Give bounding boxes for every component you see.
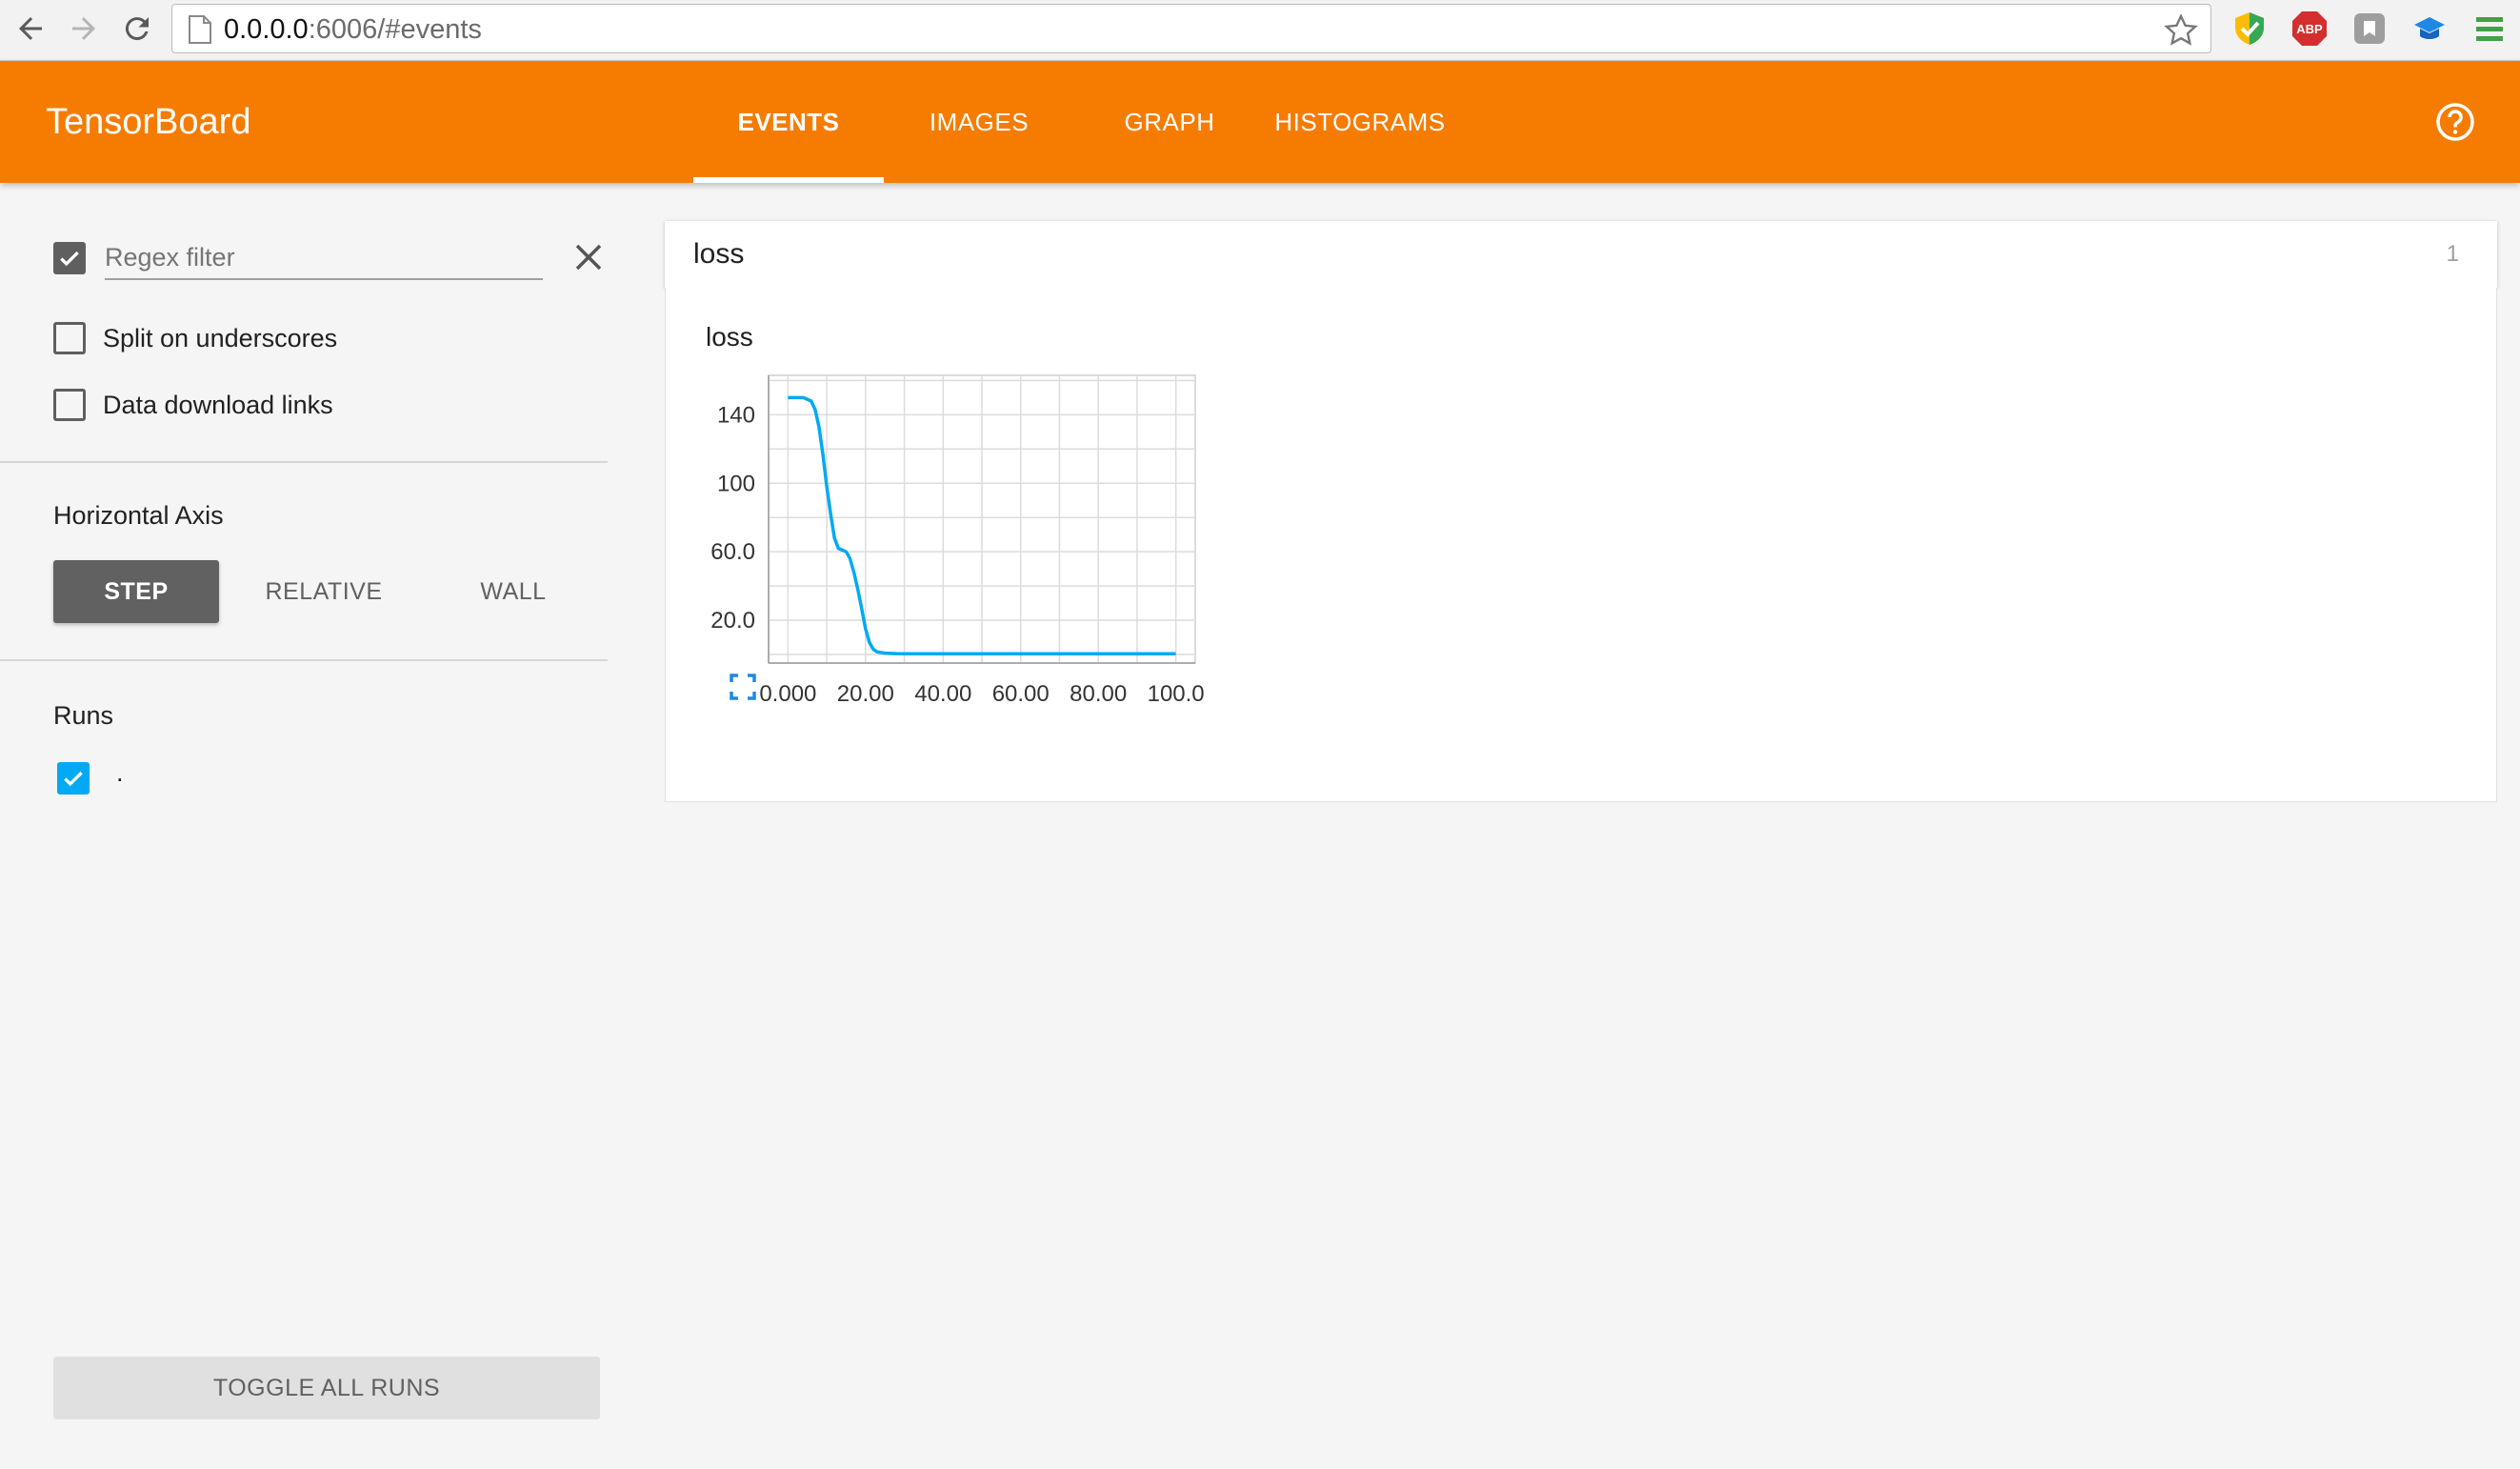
reload-icon bbox=[125, 17, 149, 41]
help-icon[interactable] bbox=[2434, 101, 2476, 143]
loss-chart[interactable]: 20.0 60.0 100 140 0.000 20.00 40.00 60.00 80.00… bbox=[696, 364, 1249, 735]
tab-events[interactable]: EVENTS bbox=[693, 61, 884, 183]
sidebar-divider bbox=[0, 461, 608, 463]
regex-filter-checkbox[interactable] bbox=[53, 242, 86, 274]
checkmark-icon bbox=[64, 771, 83, 787]
abp-icon[interactable]: ABP bbox=[2290, 10, 2329, 48]
runs-title: Runs bbox=[53, 701, 114, 730]
y-tick-label: 20.0 bbox=[710, 608, 755, 634]
category-count: 1 bbox=[2446, 241, 2459, 267]
page-icon bbox=[189, 15, 211, 44]
axis-step-button[interactable]: STEP bbox=[53, 560, 219, 623]
back-arrow-icon bbox=[19, 17, 42, 40]
split-underscores-label: Split on underscores bbox=[103, 324, 338, 352]
url-host: 0.0.0.0 bbox=[224, 14, 309, 45]
checkmark-icon bbox=[60, 251, 79, 267]
clear-filter-icon[interactable] bbox=[570, 238, 608, 276]
forward-button[interactable] bbox=[63, 8, 105, 50]
data-download-label: Data download links bbox=[103, 391, 333, 419]
split-underscores-checkbox[interactable] bbox=[53, 322, 86, 354]
shield-check-icon[interactable] bbox=[2230, 10, 2269, 48]
tab-graph[interactable]: GRAPH bbox=[1074, 61, 1265, 183]
horizontal-axis-title: Horizontal Axis bbox=[53, 501, 224, 530]
y-tick-label: 140 bbox=[717, 402, 755, 428]
menu-icon[interactable] bbox=[2470, 10, 2509, 48]
tab-histograms[interactable]: HISTOGRAMS bbox=[1265, 61, 1455, 183]
forward-arrow-icon bbox=[72, 17, 95, 40]
x-tick-label: 60.00 bbox=[992, 681, 1050, 707]
cap-icon[interactable] bbox=[2410, 10, 2449, 48]
x-tick-label: 80.00 bbox=[1070, 681, 1127, 707]
regex-filter-input[interactable] bbox=[105, 236, 543, 280]
app-title: TensorBoard bbox=[46, 102, 251, 142]
run-checkbox[interactable] bbox=[57, 762, 90, 795]
x-axis: 0.000 20.00 40.00 60.00 80.00 100.0 bbox=[759, 681, 1204, 707]
run-name: . bbox=[116, 758, 124, 787]
y-tick-label: 100 bbox=[717, 471, 755, 496]
back-button[interactable] bbox=[10, 8, 51, 50]
data-download-checkbox[interactable] bbox=[53, 389, 86, 421]
axis-wall-button[interactable]: WALL bbox=[432, 560, 594, 623]
y-tick-label: 60.0 bbox=[710, 539, 755, 565]
x-tick-label: 100.0 bbox=[1148, 681, 1205, 707]
x-tick-label: 0.000 bbox=[759, 681, 816, 707]
expand-chart-icon[interactable] bbox=[729, 673, 757, 701]
chart-title: loss bbox=[706, 322, 753, 352]
x-tick-label: 20.00 bbox=[837, 681, 894, 707]
app-header: TensorBoard EVENTS IMAGES GRAPH HISTOGRA… bbox=[0, 61, 2520, 183]
category-name: loss bbox=[693, 238, 745, 270]
sidebar: Split on underscores Data download links… bbox=[0, 183, 610, 1469]
category-header[interactable]: loss 1 bbox=[665, 221, 2497, 288]
toggle-all-runs-button[interactable]: TOGGLE ALL RUNS bbox=[53, 1357, 600, 1419]
browser-toolbar: 0.0.0.0:6006/#events ABP bbox=[0, 0, 2520, 61]
url-text: 0.0.0.0:6006/#events bbox=[224, 5, 482, 54]
address-bar[interactable]: 0.0.0.0:6006/#events bbox=[171, 4, 2211, 53]
category-body: loss 20.0 60.0 100 140 0.000 20.00 40.00 60.00… bbox=[665, 288, 2497, 802]
tab-indicator bbox=[693, 177, 884, 183]
abp-label: ABP bbox=[2296, 22, 2323, 36]
tab-images[interactable]: IMAGES bbox=[884, 61, 1074, 183]
url-path: :6006/#events bbox=[308, 14, 482, 45]
ghostery-icon[interactable] bbox=[2350, 10, 2389, 48]
sidebar-divider bbox=[0, 659, 608, 661]
reload-button[interactable] bbox=[116, 8, 158, 50]
axis-relative-button[interactable]: RELATIVE bbox=[244, 560, 404, 623]
x-tick-label: 40.00 bbox=[914, 681, 971, 707]
y-axis: 20.0 60.0 100 140 bbox=[710, 402, 755, 634]
bookmark-star-icon[interactable] bbox=[2163, 12, 2199, 49]
